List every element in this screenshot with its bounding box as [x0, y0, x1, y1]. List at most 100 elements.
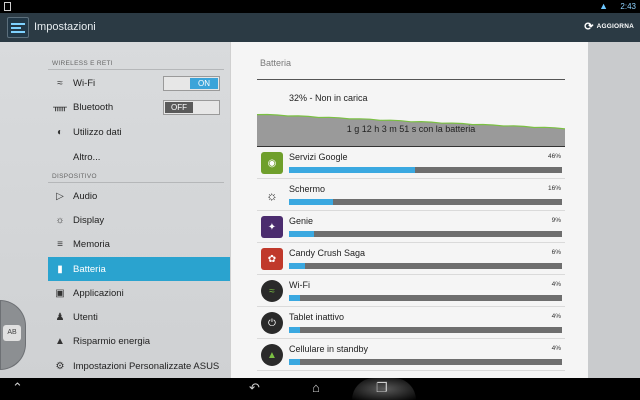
sidebar-item-power-saving[interactable]: ▲ Risparmio energia	[48, 329, 230, 353]
wifi-icon: ≈	[57, 77, 63, 89]
battery-history-graph[interactable]: 1 g 12 h 3 m 51 s con la batteria	[256, 110, 566, 146]
pane-title: Batteria	[260, 58, 292, 68]
app-percent: 9%	[551, 217, 561, 224]
sidebar-item-more[interactable]: Altro...	[48, 145, 230, 169]
usage-bar	[289, 263, 562, 269]
battery-graph-caption: 1 g 12 h 3 m 51 s con la batteria	[346, 124, 476, 134]
bluetooth-toggle[interactable]: OFF	[163, 100, 220, 115]
data-usage-icon: ◐	[56, 126, 64, 138]
sidebar-item-label: Impostazioni Personalizzate ASUS	[73, 360, 220, 372]
sidebar-item-label: Display	[73, 214, 105, 226]
sidebar-item-audio[interactable]: ▷ Audio	[48, 184, 230, 208]
sidebar-item-users[interactable]: ♟ Utenti	[48, 305, 230, 329]
floating-app-label: AB	[3, 325, 21, 341]
app-percent: 16%	[547, 185, 561, 192]
pane-divider	[257, 79, 565, 80]
section-divider	[48, 69, 224, 70]
back-button[interactable]: ↶	[249, 380, 260, 396]
section-header-wireless: WIRELESS E RETI	[52, 60, 113, 67]
app-name: Wi-Fi	[289, 280, 310, 290]
usage-bar-fill	[289, 327, 300, 333]
page-title: Impostazioni	[34, 21, 96, 33]
usage-bar-fill	[289, 263, 306, 269]
app-percent: 46%	[547, 153, 561, 160]
list-item-tablet-idle[interactable]: ⏻ Tablet inattivo 4%	[257, 307, 565, 339]
recent-apps-button[interactable]: ❐	[376, 380, 388, 396]
section-header-device: DISPOSITIVO	[52, 173, 97, 180]
sidebar-item-display[interactable]: ☼ Display	[48, 208, 230, 232]
usage-bar-fill	[289, 359, 300, 365]
list-item-google-services[interactable]: ◉ Servizi Google 46%	[257, 147, 565, 179]
wifi-icon: ≈	[261, 280, 283, 302]
sidebar-item-label: Utilizzo dati	[73, 126, 122, 138]
sidebar-item-label: Applicazioni	[73, 287, 124, 299]
usage-bar-fill	[289, 199, 333, 205]
wifi-toggle-label: ON	[190, 78, 218, 89]
brightness-icon: ☼	[266, 187, 278, 203]
notification-icon	[4, 2, 11, 11]
section-divider	[48, 182, 224, 183]
candy-icon: ✿	[261, 248, 283, 270]
sidebar-item-label: Altro...	[73, 151, 101, 163]
sidebar-item-label: Utenti	[73, 311, 98, 323]
sidebar-item-label: Memoria	[73, 238, 110, 250]
navigation-bar: ⌃ ↶ ⌂ ❐	[0, 378, 640, 400]
gear-icon: ⚙	[55, 360, 65, 372]
usage-bar-fill	[289, 231, 314, 237]
sidebar-item-asus-settings[interactable]: ⚙ Impostazioni Personalizzate ASUS	[48, 354, 230, 378]
refresh-button[interactable]: ⟳ AGGIORNA	[584, 20, 634, 33]
sidebar-item-label: Batteria	[73, 263, 106, 275]
list-item-genie[interactable]: ✦ Genie 9%	[257, 211, 565, 243]
refresh-label: AGGIORNA	[596, 23, 634, 30]
power-saving-icon: ▲	[55, 335, 65, 347]
usage-bar	[289, 231, 562, 237]
usage-bar	[289, 295, 562, 301]
power-icon: ⏻	[261, 312, 283, 334]
list-item-candy-crush[interactable]: ✿ Candy Crush Saga 6%	[257, 243, 565, 275]
action-bar: Impostazioni ⟳ AGGIORNA	[0, 13, 640, 42]
sidebar-item-label: Audio	[73, 190, 98, 202]
sidebar-item-storage[interactable]: ≡ Memoria	[48, 232, 230, 256]
collapse-icon[interactable]: ⌃	[12, 380, 23, 396]
usage-bar	[289, 199, 562, 205]
usage-bar-fill	[289, 167, 415, 173]
app-percent: 4%	[551, 345, 561, 352]
wifi-toggle[interactable]: ON	[163, 76, 220, 91]
sidebar-item-label: Bluetooth	[73, 101, 114, 113]
list-item-wifi[interactable]: ≈ Wi-Fi 4%	[257, 275, 565, 307]
apps-icon: ▣	[55, 287, 65, 299]
home-button[interactable]: ⌂	[312, 380, 320, 396]
android-icon: ◉	[261, 152, 283, 174]
app-percent: 4%	[551, 313, 561, 320]
clock: 2:43	[620, 2, 636, 11]
app-name: Schermo	[289, 184, 326, 194]
app-name: Genie	[289, 216, 314, 226]
app-name: Cellulare in standby	[289, 344, 369, 354]
usage-bar-fill	[289, 295, 300, 301]
battery-icon: ▮	[57, 263, 63, 275]
list-item-screen[interactable]: ☼ Schermo 16%	[257, 179, 565, 211]
speaker-icon: ▷	[56, 190, 64, 202]
storage-icon: ≡	[57, 238, 63, 250]
sidebar-item-battery[interactable]: ▮ Batteria	[48, 257, 230, 281]
app-percent: 6%	[551, 249, 561, 256]
usage-bar	[289, 167, 562, 173]
user-icon: ♟	[55, 311, 65, 323]
sidebar-item-data-usage[interactable]: ◐ Utilizzo dati	[48, 120, 230, 144]
refresh-icon: ⟳	[584, 21, 594, 33]
usage-bar	[289, 327, 562, 333]
app-percent: 4%	[551, 281, 561, 288]
genie-icon: ✦	[261, 216, 283, 238]
battery-pane: Batteria 32% - Non in carica 1 g 12 h 3 …	[230, 42, 588, 378]
sidebar-item-label: Risparmio energia	[73, 335, 151, 347]
wifi-status-icon: ▲	[599, 1, 608, 11]
app-name: Tablet inattivo	[289, 312, 345, 322]
signal-icon: ▲	[261, 344, 283, 366]
settings-app-icon[interactable]	[7, 17, 29, 38]
usage-bar	[289, 359, 562, 365]
sidebar-item-apps[interactable]: ▣ Applicazioni	[48, 281, 230, 305]
brightness-icon: ☼	[55, 214, 65, 226]
app-name: Candy Crush Saga	[289, 248, 366, 258]
list-item-cell-standby[interactable]: ▲ Cellulare in standby 4%	[257, 339, 565, 371]
bluetooth-icon: ᚅ	[53, 101, 67, 113]
